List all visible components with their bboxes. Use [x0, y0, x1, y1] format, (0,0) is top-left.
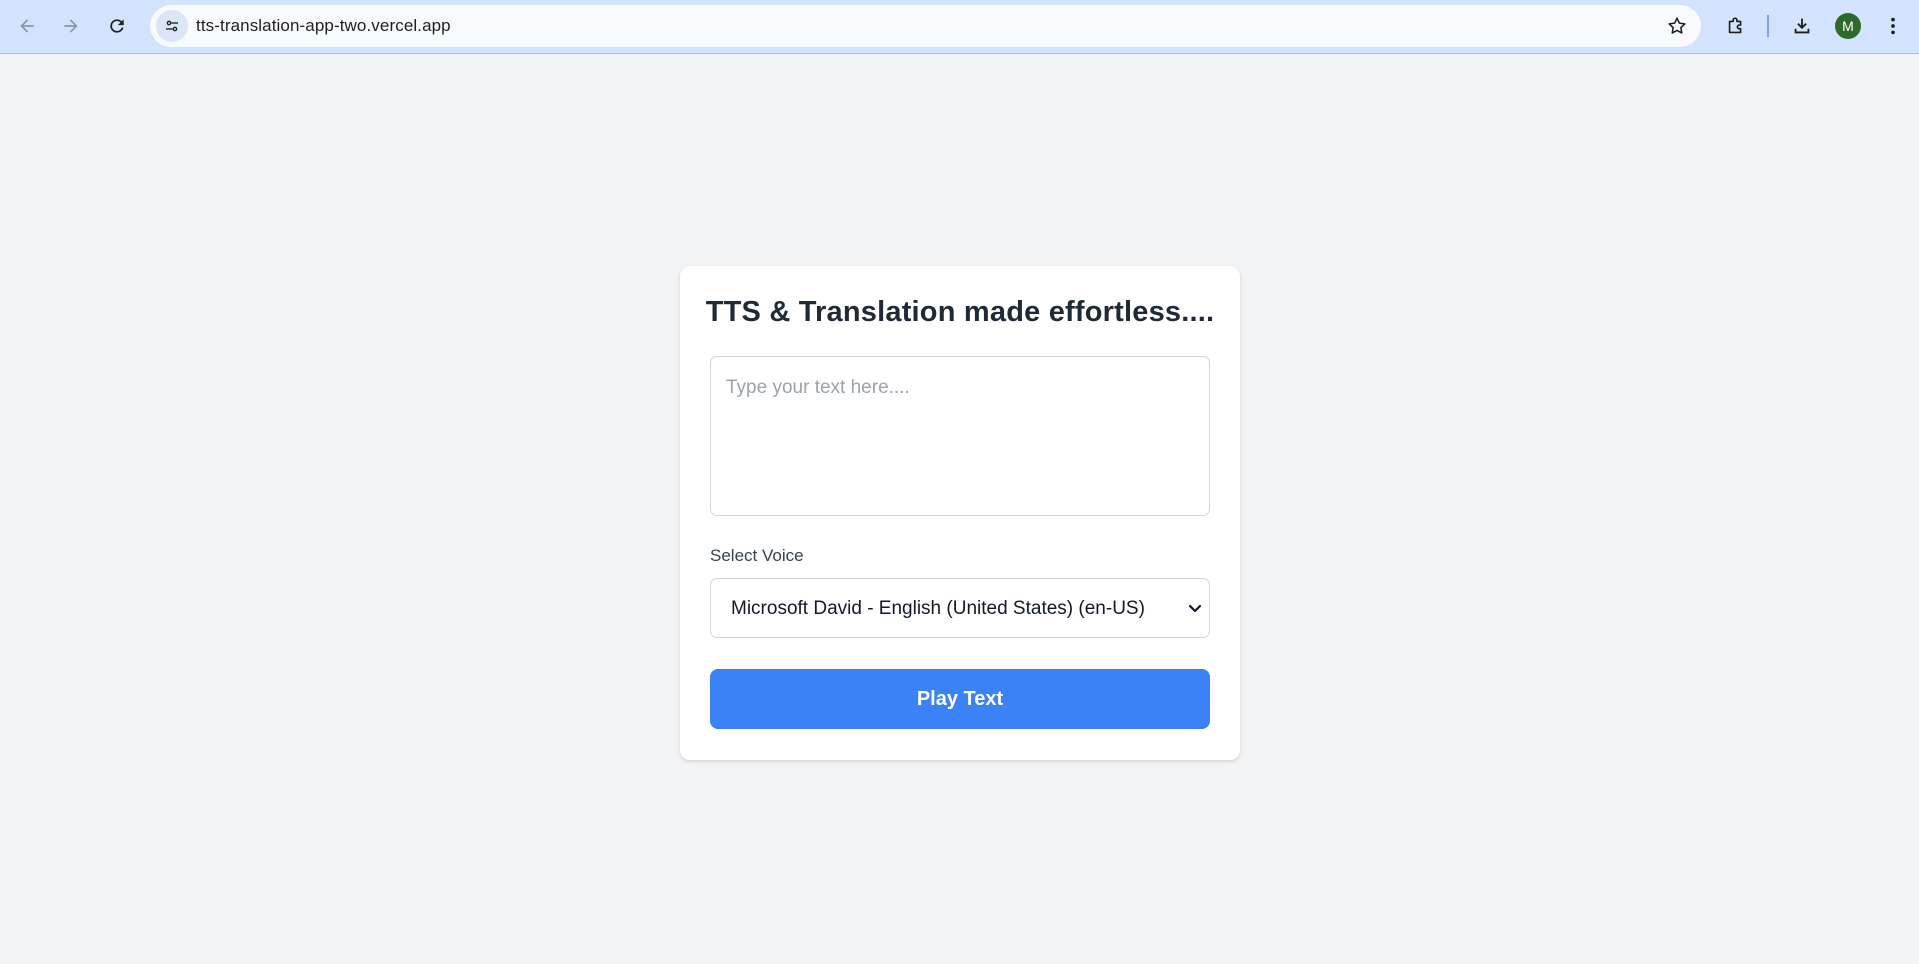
extensions-button[interactable]	[1720, 10, 1752, 42]
url-text[interactable]: tts-translation-app-two.vercel.app	[196, 16, 451, 36]
address-bar[interactable]: tts-translation-app-two.vercel.app	[150, 5, 1701, 47]
site-info-icon	[166, 20, 178, 32]
bookmark-star-icon	[1668, 17, 1686, 34]
browser-menu-button[interactable]	[1877, 10, 1909, 42]
tts-card: TTS & Translation made effortless.... Se…	[680, 266, 1240, 760]
downloads-button[interactable]	[1786, 10, 1818, 42]
voice-select-value: Microsoft David - English (United States…	[731, 598, 1145, 619]
back-icon	[20, 19, 34, 33]
voice-select[interactable]: Microsoft David - English (United States…	[710, 578, 1210, 638]
menu-icon	[1891, 17, 1895, 35]
page-title: TTS & Translation made effortless....	[705, 296, 1215, 328]
reload-icon	[110, 19, 124, 33]
forward-icon	[64, 19, 78, 33]
extensions-icon	[1728, 17, 1742, 34]
download-icon	[1794, 18, 1810, 34]
forward-button[interactable]	[52, 7, 90, 45]
bookmark-button[interactable]	[1665, 14, 1689, 38]
voice-label: Select Voice	[710, 546, 804, 565]
back-button[interactable]	[8, 7, 46, 45]
play-text-button[interactable]: Play Text	[710, 669, 1210, 729]
site-info-button[interactable]	[156, 10, 188, 42]
chevron-down-icon	[1188, 604, 1202, 613]
profile-avatar[interactable]: M	[1835, 13, 1861, 39]
toolbar-divider	[1767, 15, 1769, 37]
text-input[interactable]	[710, 356, 1210, 516]
browser-toolbar: tts-translation-app-two.vercel.app M	[0, 0, 1919, 54]
reload-button[interactable]	[98, 7, 136, 45]
